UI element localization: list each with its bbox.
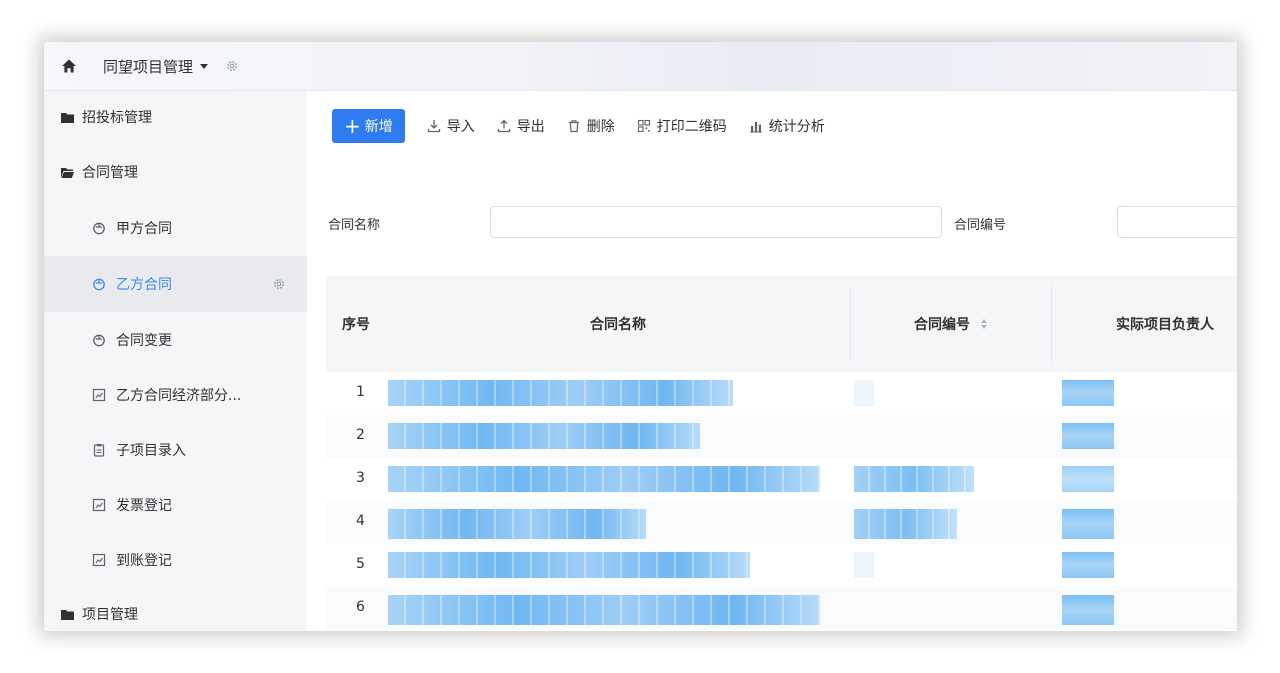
folder-open-icon [61, 167, 74, 178]
redacted-cell [388, 380, 733, 406]
sidebar-item-party-b-economic[interactable]: 乙方合同经济部分... [44, 367, 307, 423]
row-seq: 2 [356, 427, 365, 443]
table-row[interactable]: 5 [326, 544, 1237, 587]
sidebar-item-label: 到账登记 [116, 553, 172, 569]
sidebar-item-subproject-entry[interactable]: 子项目录入 [44, 422, 307, 478]
column-header-project-manager: 实际项目负责人 [1116, 317, 1214, 333]
print-qr-button[interactable]: 打印二维码 [637, 116, 727, 136]
app-window: 同望项目管理 招投标管理 合同管理 甲方合同 乙方合同 合同变更 乙方合同经济部… [44, 42, 1237, 631]
row-seq: 3 [356, 470, 365, 486]
redacted-cell [388, 423, 700, 449]
bar-chart-icon [749, 122, 762, 133]
trash-icon [568, 120, 579, 133]
sidebar-group-bidding[interactable]: 招投标管理 [44, 99, 307, 135]
add-button[interactable]: + 新增 [332, 109, 405, 143]
table-row[interactable]: 4 [326, 501, 1237, 544]
project-selector[interactable]: 同望项目管理 [103, 56, 209, 77]
redacted-cell [1062, 380, 1114, 406]
sidebar-item-party-b-contract[interactable]: 乙方合同 [44, 256, 307, 312]
sidebar-item-party-a-contract[interactable]: 甲方合同 [44, 200, 307, 256]
redacted-cell [854, 466, 974, 492]
delete-button[interactable]: 删除 [567, 116, 615, 136]
export-button[interactable]: 导出 [497, 116, 545, 136]
column-divider [1051, 286, 1052, 362]
toolbar: + 新增 导入 导出 删除 打印二维码 统计分析 [332, 109, 825, 143]
chart-doc-icon [92, 553, 106, 567]
table-row[interactable]: 2 [326, 415, 1237, 458]
column-header-seq: 序号 [342, 317, 370, 333]
redacted-cell [388, 595, 820, 625]
sidebar-group-label: 合同管理 [82, 165, 138, 181]
contract-icon [93, 222, 105, 235]
table-row[interactable]: 3 [326, 458, 1237, 501]
chart-doc-icon [92, 388, 106, 402]
import-icon [427, 120, 440, 133]
row-seq: 6 [356, 599, 365, 615]
contract-icon [93, 334, 105, 347]
export-icon [497, 119, 510, 133]
sort-icon[interactable] [980, 318, 988, 330]
home-icon[interactable] [61, 58, 77, 74]
project-label: 同望项目管理 [103, 57, 194, 76]
gear-icon[interactable] [272, 277, 286, 291]
chart-doc-icon [92, 498, 106, 512]
redacted-cell [388, 552, 750, 578]
redacted-cell [1062, 423, 1114, 449]
column-header-contract-name: 合同名称 [590, 317, 646, 333]
redacted-cell [854, 509, 957, 539]
redacted-cell [1062, 595, 1114, 625]
gear-icon[interactable] [225, 59, 239, 73]
table-row[interactable]: 7 [326, 630, 1237, 631]
top-bar: 同望项目管理 [44, 42, 1237, 91]
redacted-cell [854, 552, 874, 578]
table-row[interactable]: 1 [326, 372, 1237, 415]
sidebar-item-payment-register[interactable]: 到账登记 [44, 532, 307, 588]
sidebar-item-label: 乙方合同 [116, 277, 172, 293]
contract-number-input[interactable] [1117, 206, 1237, 238]
redacted-cell [1062, 466, 1114, 492]
import-button[interactable]: 导入 [427, 116, 475, 136]
plus-icon: + [344, 114, 361, 138]
sidebar-item-invoice-register[interactable]: 发票登记 [44, 477, 307, 533]
stats-analysis-button[interactable]: 统计分析 [749, 116, 825, 136]
redacted-cell [1062, 552, 1114, 578]
redacted-cell [388, 466, 820, 492]
contract-name-label: 合同名称 [328, 218, 381, 233]
table-header: 序号 合同名称 合同编号 实际项目负责人 [326, 276, 1237, 372]
caret-down-icon [200, 64, 209, 69]
row-seq: 5 [356, 556, 365, 572]
sidebar-item-contract-change[interactable]: 合同变更 [44, 312, 307, 368]
contract-icon [93, 278, 105, 291]
folder-icon [61, 112, 74, 123]
sidebar-item-label: 合同变更 [116, 333, 172, 349]
sidebar-item-label: 子项目录入 [116, 443, 186, 459]
column-header-contract-number[interactable]: 合同编号 [851, 276, 1051, 372]
sidebar-item-label: 乙方合同经济部分... [116, 388, 242, 404]
sidebar-group-project[interactable]: 项目管理 [44, 596, 307, 631]
qrcode-icon [637, 119, 650, 133]
sidebar: 招投标管理 合同管理 甲方合同 乙方合同 合同变更 乙方合同经济部分... 子项… [44, 91, 307, 631]
folder-icon [61, 609, 74, 620]
redacted-cell [388, 509, 646, 539]
sidebar-item-label: 甲方合同 [116, 221, 172, 237]
table-row[interactable]: 6 [326, 587, 1237, 630]
sidebar-group-contract[interactable]: 合同管理 [44, 154, 307, 190]
sidebar-group-label: 招投标管理 [82, 110, 152, 126]
sidebar-group-label: 项目管理 [82, 607, 138, 623]
sidebar-item-label: 发票登记 [116, 498, 172, 514]
clipboard-icon [93, 444, 105, 457]
main-content: + 新增 导入 导出 删除 打印二维码 统计分析 合同名称 合同编号 序号 合同… [308, 91, 1237, 631]
row-seq: 1 [356, 384, 365, 400]
contract-name-input[interactable] [490, 206, 942, 238]
contract-number-label: 合同编号 [954, 218, 1007, 233]
row-seq: 4 [356, 513, 365, 529]
redacted-cell [854, 380, 874, 406]
contracts-table: 序号 合同名称 合同编号 实际项目负责人 1 2 3 4 5 6 [326, 276, 1237, 631]
redacted-cell [1062, 509, 1114, 539]
